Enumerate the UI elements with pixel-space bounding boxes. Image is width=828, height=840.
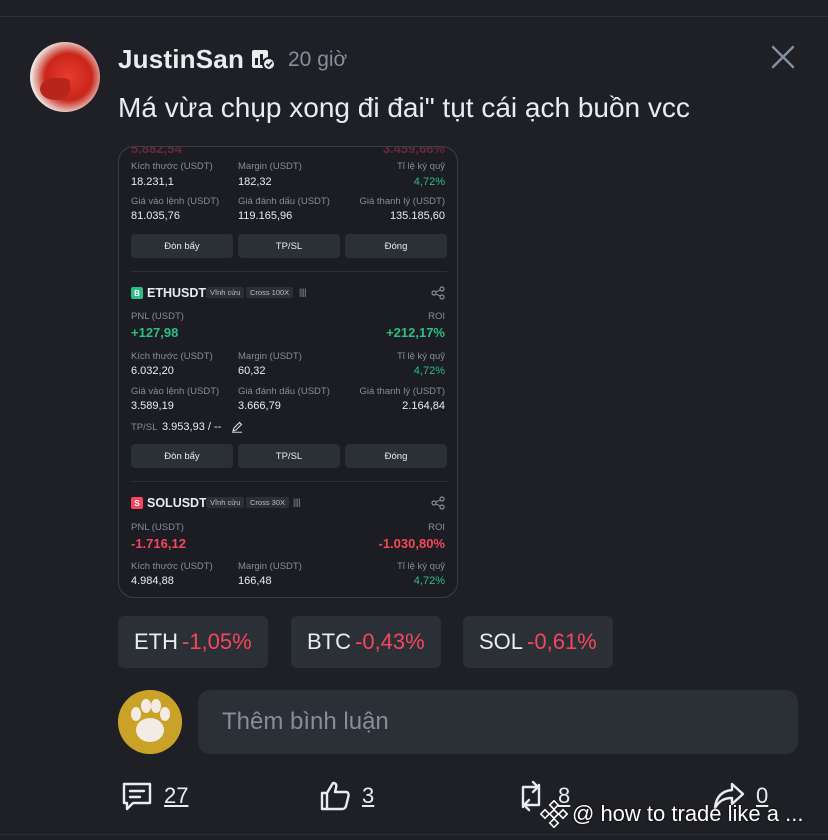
eth-leverage-button[interactable]: Đòn bẩy [131, 444, 233, 468]
long-badge: B [131, 287, 143, 299]
eth-ratio-label: Tỉ lệ ký quỹ [396, 351, 445, 362]
eth-pnl-label: PNL (USDT) [131, 311, 184, 322]
btc-entry: 81.035,76 [131, 210, 180, 222]
ticker-chip-btc[interactable]: BTC -0,43% [291, 616, 441, 668]
user-avatar[interactable] [30, 42, 100, 112]
ticker-symbol: SOL [479, 629, 524, 654]
eth-margin-label: Margin (USDT) [238, 351, 302, 362]
position-divider [131, 481, 447, 482]
btc-margin: 182,32 [238, 176, 272, 188]
top-divider [0, 16, 828, 17]
watermark-text: @ how to trade like a ... [572, 801, 804, 826]
comment-count[interactable]: 27 [164, 783, 188, 809]
eth-tpsl-label: TP/SL [131, 422, 158, 433]
sol-size: 4.984,88 [131, 575, 174, 587]
eth-roi-label: ROI [428, 311, 445, 322]
eth-size: 6.032,20 [131, 365, 174, 377]
btc-close-button[interactable]: Đóng [345, 234, 447, 258]
eth-liq-label: Giá thanh lý (USDT) [359, 386, 445, 397]
ticker-chip-eth[interactable]: ETH -1,05% [118, 616, 268, 668]
eth-leverage-tag: Cross 100X [246, 287, 294, 298]
ticker-change: -0,43% [355, 629, 425, 654]
ticker-chip-sol[interactable]: SOL -0,61% [463, 616, 613, 668]
share-icon[interactable] [431, 496, 445, 510]
eth-strength-bars: |||| [299, 287, 307, 297]
eth-symbol[interactable]: ETHUSDT [147, 286, 206, 300]
btc-mark-label: Giá đánh dấu (USDT) [238, 196, 330, 207]
comment-input[interactable] [198, 690, 798, 754]
share-icon[interactable] [431, 286, 445, 300]
eth-liq: 2.164,84 [402, 400, 445, 412]
eth-mark-label: Giá đánh dấu (USDT) [238, 386, 330, 397]
sol-leverage-tag: Cross 30X [246, 497, 290, 508]
thumbs-up-icon [320, 781, 350, 811]
btc-liq: 135.185,60 [389, 210, 445, 222]
sol-roi-label: ROI [428, 522, 445, 533]
binance-logo-icon [540, 800, 568, 828]
comment-icon [122, 782, 152, 811]
attached-screenshot[interactable]: 5.882,54 3.459,66% Kích thước (USDT) Mar… [118, 146, 458, 598]
eth-entry: 3.589,19 [131, 400, 174, 412]
verified-kol-badge-icon [252, 50, 276, 71]
partial-pnl: 5.882,54 [131, 146, 182, 156]
btc-tpsl-button[interactable]: TP/SL [238, 234, 340, 258]
btc-margin-label: Margin (USDT) [238, 161, 302, 172]
eth-mark: 3.666,79 [238, 400, 281, 412]
sol-pnl: -1.716,12 [131, 536, 186, 551]
eth-close-button[interactable]: Đóng [345, 444, 447, 468]
watermark: @ how to trade like a ... [540, 800, 803, 828]
sol-pnl-label: PNL (USDT) [131, 522, 184, 533]
eth-size-label: Kích thước (USDT) [131, 351, 213, 362]
eth-margin: 60,32 [238, 365, 266, 377]
ticker-change: -0,61% [527, 629, 597, 654]
sol-perpetual-tag: Vĩnh cửu [206, 497, 245, 508]
sol-strength-bars: |||| [293, 497, 301, 507]
partial-roi: 3.459,66% [382, 146, 445, 156]
btc-liq-label: Giá thanh lý (USDT) [359, 196, 445, 207]
sol-margin: 166,48 [238, 575, 272, 587]
ticker-symbol: BTC [307, 629, 351, 654]
btc-ratio-label: Tỉ lệ ký quỹ [396, 161, 445, 172]
close-icon[interactable] [770, 44, 796, 70]
like-count[interactable]: 3 [362, 783, 374, 809]
btc-mark: 119.165,96 [238, 210, 293, 222]
bottom-divider [0, 834, 828, 835]
position-divider [131, 271, 447, 272]
btc-entry-label: Giá vào lệnh (USDT) [131, 196, 220, 207]
btc-size-label: Kích thước (USDT) [131, 161, 213, 172]
like-action[interactable]: 3 [318, 778, 374, 814]
btc-leverage-button[interactable]: Đòn bẩy [131, 234, 233, 258]
eth-tpsl: 3.953,93 / -- [162, 421, 222, 433]
comment-action[interactable]: 27 [120, 778, 188, 814]
ticker-change: -1,05% [182, 629, 252, 654]
ticker-symbol: ETH [134, 629, 178, 654]
btc-size: 18.231,1 [131, 176, 174, 188]
sol-symbol[interactable]: SOLUSDT [147, 496, 207, 510]
eth-ratio: 4,72% [413, 365, 445, 377]
eth-pnl: +127,98 [131, 325, 179, 340]
edit-pencil-icon[interactable] [231, 421, 243, 433]
sol-roi: -1.030,80% [378, 536, 446, 551]
sol-size-label: Kích thước (USDT) [131, 561, 213, 572]
post-text: Má vừa chụp xong đi đai" tụt cái ạch buồ… [118, 92, 690, 123]
username[interactable]: JustinSan [118, 44, 244, 75]
short-badge: S [131, 497, 143, 509]
eth-perpetual-tag: Vĩnh cửu [206, 287, 245, 298]
current-user-avatar[interactable] [118, 690, 182, 754]
post-time: 20 giờ [288, 48, 348, 71]
eth-roi: +212,17% [386, 325, 445, 340]
sol-margin-label: Margin (USDT) [238, 561, 302, 572]
eth-entry-label: Giá vào lệnh (USDT) [131, 386, 220, 397]
eth-tpsl-button[interactable]: TP/SL [238, 444, 340, 468]
sol-ratio-label: Tỉ lệ ký quỹ [396, 561, 445, 572]
btc-ratio: 4,72% [413, 176, 445, 188]
comment-box[interactable] [198, 690, 798, 754]
sol-ratio: 4,72% [413, 575, 445, 587]
